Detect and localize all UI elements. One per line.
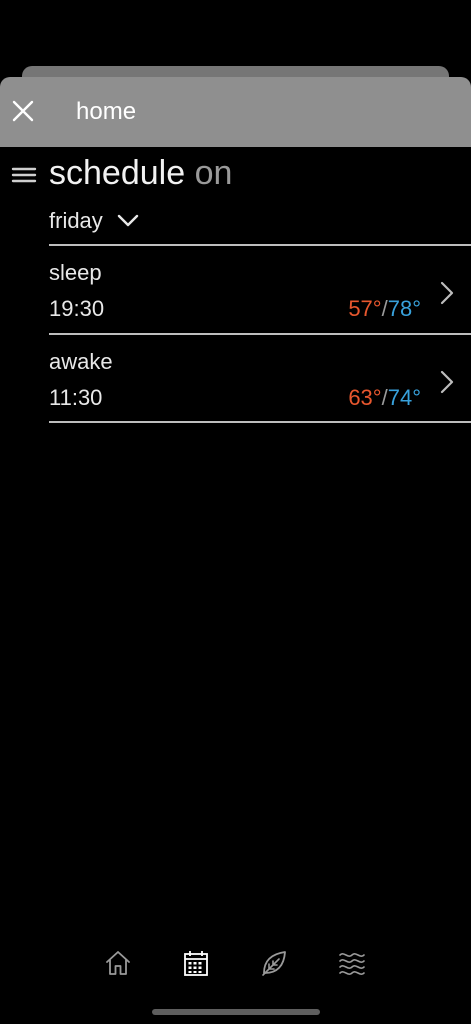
divider — [49, 244, 471, 246]
schedule-row-temps: 63°/74° — [348, 385, 421, 411]
menu-icon — [11, 167, 37, 183]
calendar-icon — [184, 951, 208, 976]
cool-setpoint: 74° — [387, 385, 421, 410]
heat-setpoint: 57° — [348, 296, 382, 321]
bottom-nav — [0, 940, 471, 986]
chevron-right-icon — [440, 370, 454, 394]
menu-button[interactable] — [10, 162, 38, 188]
schedule-row-temps: 57°/78° — [348, 296, 421, 322]
schedule-row-name: awake — [49, 349, 113, 374]
home-indicator[interactable] — [152, 1009, 320, 1015]
waves-icon — [339, 953, 365, 975]
schedule-status[interactable]: on — [195, 154, 233, 192]
day-selector-value: friday — [49, 208, 103, 233]
page-title: schedule on — [49, 152, 232, 194]
nav-home-button[interactable] — [100, 945, 136, 981]
schedule-row-time: 19:30 — [49, 296, 105, 321]
leaf-icon — [262, 951, 286, 976]
page-title-text: schedule — [49, 154, 186, 192]
close-button[interactable] — [8, 96, 38, 126]
day-selector[interactable]: friday — [49, 206, 139, 236]
cool-setpoint: 78° — [387, 296, 421, 321]
home-icon — [106, 951, 130, 975]
close-icon — [12, 100, 34, 122]
header-title: home — [76, 98, 137, 125]
schedule-row-sleep[interactable]: sleep 19:30 57°/78° — [49, 248, 471, 334]
divider — [49, 421, 471, 423]
top-sheet-header: home — [0, 77, 471, 147]
schedule-row-time: 11:30 — [49, 385, 103, 410]
nav-air-button[interactable] — [334, 945, 370, 981]
schedule-row-name: sleep — [49, 260, 102, 285]
divider — [49, 333, 471, 335]
heat-setpoint: 63° — [348, 385, 382, 410]
nav-eco-button[interactable] — [256, 945, 292, 981]
chevron-down-icon — [117, 214, 138, 227]
chevron-right-icon — [440, 281, 454, 305]
schedule-row-awake[interactable]: awake 11:30 63°/74° — [49, 337, 471, 423]
nav-schedule-button[interactable] — [178, 945, 214, 981]
